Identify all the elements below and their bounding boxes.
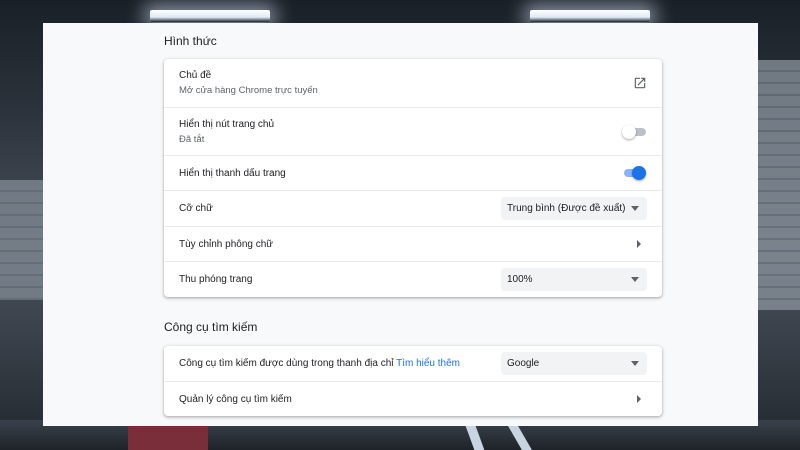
arrow-right-icon: [637, 240, 641, 248]
theme-row[interactable]: Chủ đề Mở cửa hàng Chrome trực tuyến: [164, 59, 662, 107]
dropdown-caret-icon: [631, 206, 639, 211]
search-engine-section-title: Công cụ tìm kiếm: [164, 320, 258, 334]
external-link-icon[interactable]: [633, 76, 647, 90]
theme-label: Chủ đề: [179, 70, 212, 81]
home-button-toggle[interactable]: [622, 124, 646, 139]
page-zoom-row: Thu phóng trang 100%: [164, 261, 662, 297]
background-wall: [758, 60, 800, 310]
page-zoom-value: 100%: [507, 274, 533, 285]
search-engine-label: Công cụ tìm kiếm được dùng trong thanh đ…: [179, 358, 394, 369]
ceiling-light: [150, 10, 270, 22]
search-engine-label-wrap: Công cụ tìm kiếm được dùng trong thanh đ…: [179, 357, 501, 370]
learn-more-link[interactable]: Tìm hiểu thêm: [396, 358, 460, 369]
dropdown-caret-icon: [631, 361, 639, 366]
manage-search-engines-label: Quản lý công cụ tìm kiếm: [179, 393, 292, 405]
arrow-right-icon: [637, 395, 641, 403]
customize-fonts-row[interactable]: Tùy chỉnh phông chữ: [164, 226, 662, 261]
home-button-label: Hiển thị nút trang chủ: [179, 118, 275, 130]
settings-panel: Hình thức Chủ đề Mở cửa hàng Chrome trực…: [43, 23, 758, 426]
toggle-knob: [632, 166, 646, 180]
appearance-section-title: Hình thức: [164, 34, 217, 48]
home-button-status: Đã tắt: [179, 133, 205, 145]
appearance-card: Chủ đề Mở cửa hàng Chrome trực tuyến Hiể…: [164, 59, 662, 297]
home-button-row[interactable]: Hiển thị nút trang chủ Đã tắt: [164, 107, 662, 155]
bookmarks-bar-row[interactable]: Hiển thị thanh dấu trang: [164, 155, 662, 190]
page-zoom-select[interactable]: 100%: [501, 268, 647, 291]
search-engine-value: Google: [507, 358, 540, 369]
dropdown-caret-icon: [631, 277, 639, 282]
search-engine-select[interactable]: Google: [501, 352, 647, 375]
background-object: [128, 426, 208, 450]
theme-sublabel: Mở cửa hàng Chrome trực tuyến: [179, 85, 318, 96]
manage-search-engines-row[interactable]: Quản lý công cụ tìm kiếm: [164, 381, 662, 416]
font-size-select[interactable]: Trung bình (Được đề xuất): [501, 197, 647, 220]
font-size-value: Trung bình (Được đề xuất): [507, 203, 626, 214]
page-zoom-label: Thu phóng trang: [179, 274, 253, 285]
ceiling-light: [530, 10, 650, 22]
bookmarks-bar-toggle[interactable]: [622, 166, 646, 180]
customize-fonts-label: Tùy chỉnh phông chữ: [179, 238, 273, 250]
search-engine-card: Công cụ tìm kiếm được dùng trong thanh đ…: [164, 346, 662, 416]
bookmarks-bar-label: Hiển thị thanh dấu trang: [179, 167, 286, 179]
search-engine-row: Công cụ tìm kiếm được dùng trong thanh đ…: [164, 346, 662, 381]
toggle-knob: [622, 124, 636, 139]
background-wall: [0, 180, 44, 300]
font-size-row: Cỡ chữ Trung bình (Được đề xuất): [164, 190, 662, 226]
font-size-label: Cỡ chữ: [179, 203, 213, 214]
